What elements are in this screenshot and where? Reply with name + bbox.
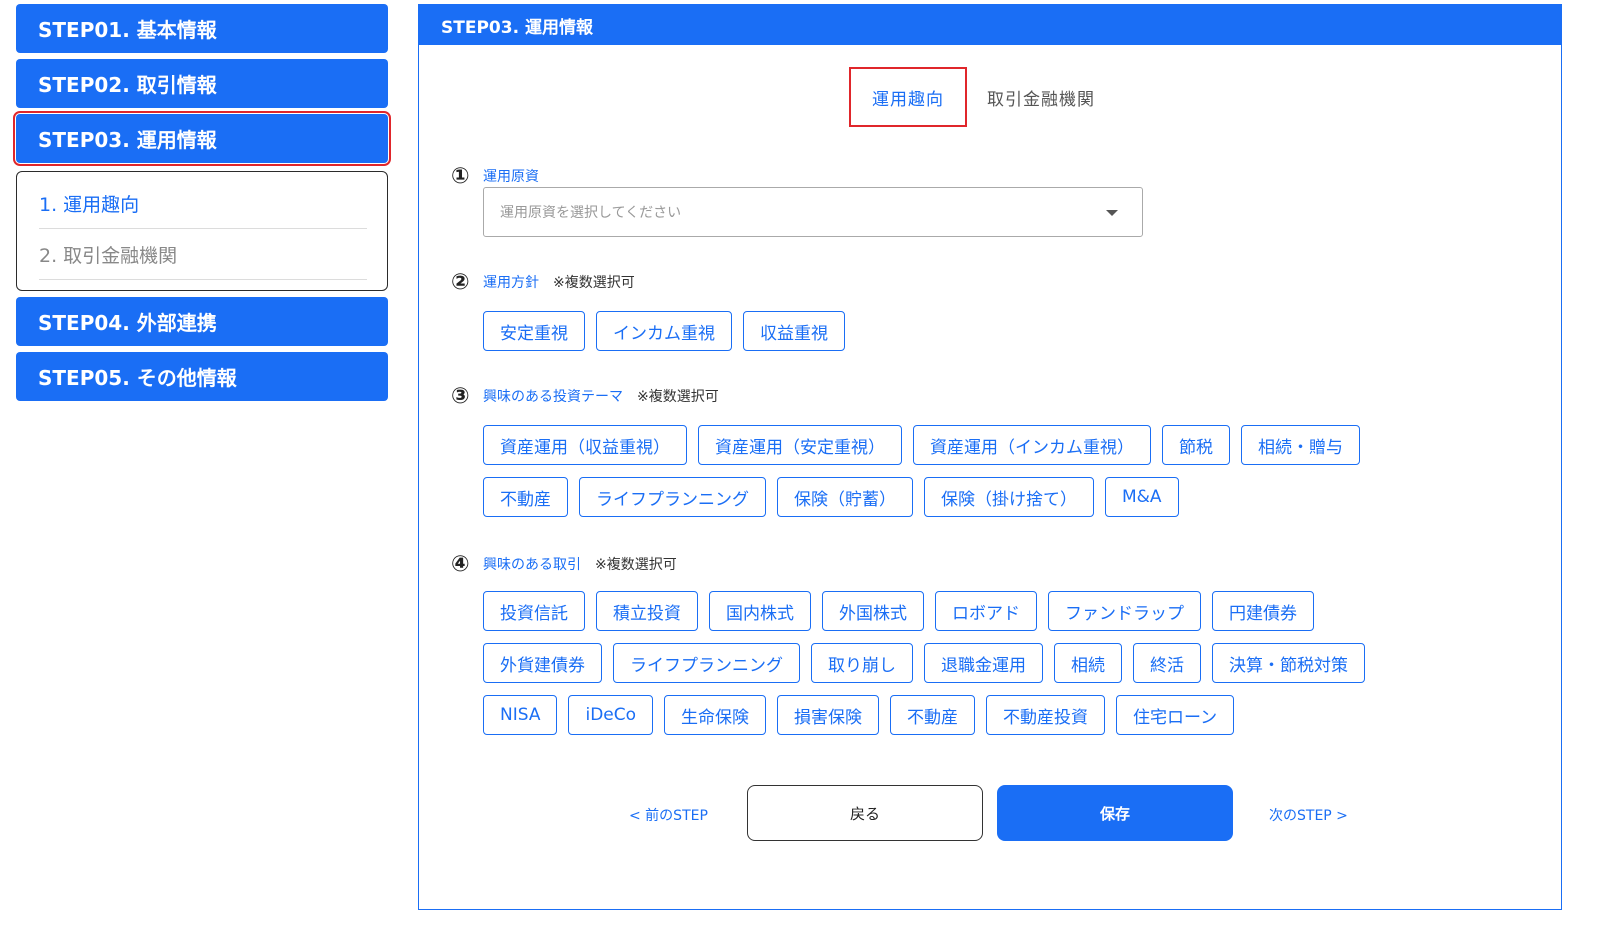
question-label: 運用原資	[483, 169, 539, 185]
multi-select-note: ※複数選択可	[595, 557, 677, 573]
tab-bar: 運用趣向 取引金融機関	[849, 67, 1095, 127]
back-button[interactable]: 戻る	[747, 785, 983, 841]
question-number: ②	[451, 269, 470, 295]
step01-button[interactable]: STEP01. 基本情報	[16, 4, 388, 53]
transaction-options-row1: 投資信託 積立投資 国内株式 外国株式 ロボアド ファンドラップ 円建債券	[483, 591, 1325, 631]
chip-option[interactable]: 安定重視	[483, 311, 585, 351]
submenu-item-torihiki-kinyu-kikan[interactable]: 2. 取引金融機関	[39, 229, 367, 280]
step02-button[interactable]: STEP02. 取引情報	[16, 59, 388, 108]
main-panel: STEP03. 運用情報 運用趣向 取引金融機関 ① 運用原資 運用原資を選択し…	[418, 4, 1562, 910]
chip-option[interactable]: 国内株式	[709, 591, 811, 631]
chip-option[interactable]: 円建債券	[1212, 591, 1314, 631]
save-button[interactable]: 保存	[997, 785, 1233, 841]
question-number: ③	[451, 383, 470, 409]
transaction-options-row2: 外貨建債券 ライフプランニング 取り崩し 退職金運用 相続 終活 決算・節税対策	[483, 643, 1376, 683]
chip-option[interactable]: 収益重視	[743, 311, 845, 351]
prev-step-link[interactable]: < 前のSTEP	[629, 805, 708, 825]
question-label: 運用方針	[483, 275, 539, 291]
chip-option[interactable]: NISA	[483, 695, 558, 735]
step-sidebar: STEP01. 基本情報 STEP02. 取引情報 STEP03. 運用情報 1…	[13, 4, 391, 407]
chip-option[interactable]: ライフプランニング	[613, 643, 800, 683]
policy-options: 安定重視 インカム重視 収益重視	[483, 311, 856, 351]
chip-option[interactable]: ロボアド	[935, 591, 1037, 631]
next-step-link[interactable]: 次のSTEP >	[1269, 805, 1348, 825]
section-policy: ② 運用方針 ※複数選択可 安定重視 インカム重視 収益重視	[451, 269, 1451, 369]
chip-option[interactable]: 不動産	[890, 695, 976, 735]
chip-option[interactable]: 積立投資	[596, 591, 698, 631]
footer-nav: < 前のSTEP 戻る 保存 次のSTEP >	[419, 785, 1561, 841]
chip-option[interactable]: 保険（貯蓄）	[777, 477, 913, 517]
chip-option[interactable]: 退職金運用	[924, 643, 1043, 683]
chip-option[interactable]: 決算・節税対策	[1212, 643, 1365, 683]
chip-option[interactable]: 損害保険	[777, 695, 880, 735]
chip-option[interactable]: 外国株式	[822, 591, 924, 631]
tab-torihiki-kinyu-kikan[interactable]: 取引金融機関	[987, 85, 1095, 110]
chip-option[interactable]: 資産運用（安定重視）	[698, 425, 902, 465]
multi-select-note: ※複数選択可	[553, 275, 635, 291]
chip-option[interactable]: 取り崩し	[811, 643, 913, 683]
funds-select[interactable]: 運用原資を選択してください	[483, 187, 1143, 237]
chip-option[interactable]: 投資信託	[483, 591, 585, 631]
chip-option[interactable]: 保険（掛け捨て）	[924, 477, 1094, 517]
theme-options-row2: 不動産 ライフプランニング 保険（貯蓄） 保険（掛け捨て） M&A	[483, 477, 1190, 517]
panel-title: STEP03. 運用情報	[419, 5, 1561, 45]
chip-option[interactable]: iDeCo	[568, 695, 654, 735]
theme-options-row1: 資産運用（収益重視） 資産運用（安定重視） 資産運用（インカム重視） 節税 相続…	[483, 425, 1371, 465]
chip-option[interactable]: ライフプランニング	[579, 477, 766, 517]
step03-submenu: 1. 運用趣向 2. 取引金融機関	[16, 171, 388, 291]
step04-button[interactable]: STEP04. 外部連携	[16, 297, 388, 346]
question-label: 興味のある投資テーマ	[483, 389, 623, 405]
chip-option[interactable]: 相続・贈与	[1241, 425, 1360, 465]
section-transactions: ④ 興味のある取引 ※複数選択可 投資信託 積立投資 国内株式 外国株式 ロボア…	[451, 551, 1551, 751]
chip-option[interactable]: 外貨建債券	[483, 643, 602, 683]
step03-button[interactable]: STEP03. 運用情報	[13, 111, 391, 166]
chip-option[interactable]: 資産運用（収益重視）	[483, 425, 687, 465]
chip-option[interactable]: M&A	[1105, 477, 1179, 517]
submenu-item-unyo-shuko[interactable]: 1. 運用趣向	[39, 178, 367, 229]
caret-down-icon	[1106, 210, 1118, 216]
chip-option[interactable]: 住宅ローン	[1116, 695, 1235, 735]
transaction-options-row3: NISA iDeCo 生命保険 損害保険 不動産 不動産投資 住宅ローン	[483, 695, 1245, 735]
multi-select-note: ※複数選択可	[637, 389, 719, 405]
chip-option[interactable]: 生命保険	[664, 695, 767, 735]
step05-button[interactable]: STEP05. その他情報	[16, 352, 388, 401]
chip-option[interactable]: インカム重視	[596, 311, 732, 351]
question-number: ①	[451, 163, 470, 189]
chip-option[interactable]: 終活	[1133, 643, 1201, 683]
chip-option[interactable]: 資産運用（インカム重視）	[913, 425, 1151, 465]
question-label: 興味のある取引	[483, 557, 581, 573]
question-number: ④	[451, 551, 470, 577]
section-investment-themes: ③ 興味のある投資テーマ ※複数選択可 資産運用（収益重視） 資産運用（安定重視…	[451, 383, 1551, 533]
section-funds: ① 運用原資 運用原資を選択してください	[451, 163, 1451, 253]
chip-option[interactable]: 不動産	[483, 477, 568, 517]
chip-option[interactable]: 不動産投資	[986, 695, 1106, 735]
select-placeholder: 運用原資を選択してください	[500, 205, 682, 221]
chip-option[interactable]: ファンドラップ	[1048, 591, 1201, 631]
chip-option[interactable]: 相続	[1054, 643, 1122, 683]
tab-unyo-shuko[interactable]: 運用趣向	[849, 67, 967, 127]
chip-option[interactable]: 節税	[1162, 425, 1230, 465]
